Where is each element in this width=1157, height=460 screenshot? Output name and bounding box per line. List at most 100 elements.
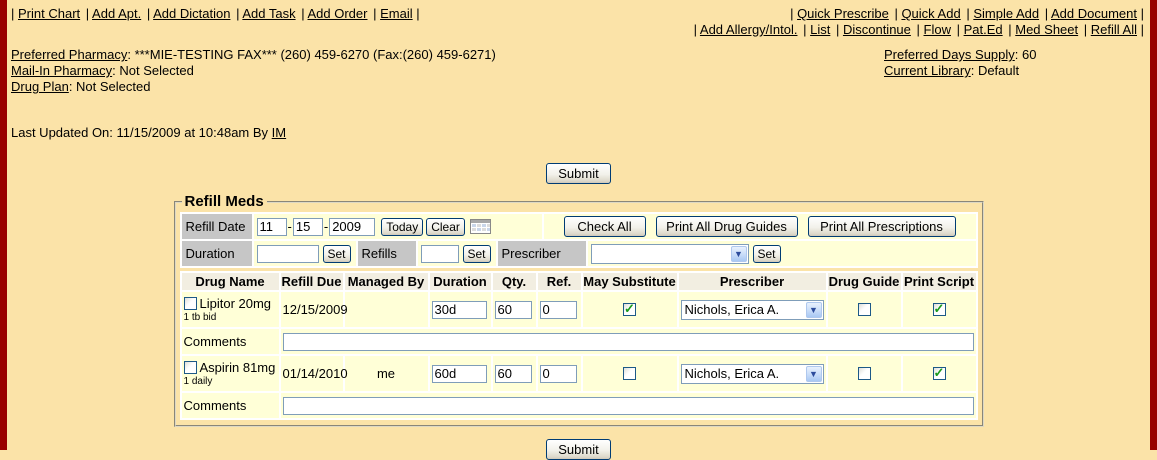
print-script-checkbox[interactable] <box>933 367 946 380</box>
col-header-qty: Qty. <box>493 273 536 290</box>
drug-sig: 1 tb bid <box>184 312 277 323</box>
preferred-days-supply-line: Preferred Days Supply60 <box>884 47 1036 63</box>
col-header-managed-by: Managed By <box>345 273 428 290</box>
comments-row: Comments <box>182 393 976 418</box>
bulk-refills-set-button[interactable]: Set <box>463 245 491 263</box>
col-header-drug-guide: Drug Guide <box>828 273 901 290</box>
link-add-task[interactable]: Add Task <box>242 6 295 21</box>
prescriber-select[interactable]: Nichols, Erica A. ▼ <box>681 300 824 320</box>
drug-name: Aspirin 81mg <box>200 360 276 375</box>
calendar-icon[interactable] <box>470 219 491 234</box>
chevron-down-icon: ▼ <box>806 302 822 318</box>
bulk-set-row: Duration Set Refills Set Prescriber ▼ Se <box>182 241 976 266</box>
link-print-chart[interactable]: Print Chart <box>18 6 80 21</box>
preferred-days-supply-value: 60 <box>1015 47 1037 62</box>
print-all-drug-guides-button[interactable]: Print All Drug Guides <box>656 216 798 237</box>
link-add-apt[interactable]: Add Apt. <box>92 6 141 21</box>
bulk-refills-cell: Set <box>418 241 496 266</box>
last-updated-user-link[interactable]: IM <box>272 125 286 140</box>
bulk-prescriber-set-button[interactable]: Set <box>753 245 781 263</box>
duration-input[interactable] <box>432 301 487 319</box>
refill-date-label: Refill Date <box>182 214 252 239</box>
managed-by-value: me <box>345 356 428 391</box>
refill-date-cell: Today Clear <box>254 214 542 239</box>
clear-button[interactable]: Clear <box>426 218 465 236</box>
may-substitute-checkbox[interactable] <box>623 367 636 380</box>
top-nav-right: Quick Prescribe Quick Add Simple Add Add… <box>694 6 1146 38</box>
med-select-checkbox[interactable] <box>184 361 197 374</box>
link-quick-prescribe[interactable]: Quick Prescribe <box>797 6 889 21</box>
comments-input[interactable] <box>283 397 974 415</box>
current-library-line: Current LibraryDefault <box>884 63 1036 79</box>
last-updated-text: Last Updated On: 11/15/2009 at 10:48am B… <box>11 125 272 140</box>
col-header-print-script: Print Script <box>903 273 976 290</box>
ref-input[interactable] <box>540 301 577 319</box>
refill-date-month-input[interactable] <box>257 218 287 236</box>
drug-plan-label[interactable]: Drug Plan <box>11 79 69 94</box>
preferred-pharmacy-label[interactable]: Preferred Pharmacy <box>11 47 127 62</box>
link-email[interactable]: Email <box>380 6 413 21</box>
refill-date-row: Refill Date Today Clear <box>182 214 976 239</box>
link-med-sheet[interactable]: Med Sheet <box>1015 22 1078 37</box>
link-quick-add[interactable]: Quick Add <box>901 6 960 21</box>
med-row-aspirin: Aspirin 81mg 1 daily 01/14/2010 me Nicho… <box>182 356 976 391</box>
drug-guide-checkbox[interactable] <box>858 367 871 380</box>
date-separator <box>288 219 292 234</box>
link-list[interactable]: List <box>810 22 830 37</box>
qty-input[interactable] <box>495 301 532 319</box>
link-flow[interactable]: Flow <box>924 22 951 37</box>
col-header-refill-due: Refill Due <box>281 273 343 290</box>
refill-date-day-input[interactable] <box>293 218 323 236</box>
link-add-document[interactable]: Add Document <box>1051 6 1137 21</box>
prescriber-select[interactable]: Nichols, Erica A. ▼ <box>681 364 824 384</box>
bulk-duration-set-button[interactable]: Set <box>323 245 351 263</box>
current-library-value: Default <box>971 63 1019 78</box>
preferred-days-supply-label[interactable]: Preferred Days Supply <box>884 47 1015 62</box>
print-all-prescriptions-button[interactable]: Print All Prescriptions <box>808 216 956 237</box>
refill-meds-legend: Refill Meds <box>182 193 267 210</box>
col-header-may-substitute: May Substitute <box>583 273 677 290</box>
link-refill-all[interactable]: Refill All <box>1091 22 1137 37</box>
bulk-prescriber-select[interactable]: ▼ <box>591 244 749 264</box>
link-add-allergy-intol[interactable]: Add Allergy/Intol. <box>700 22 798 37</box>
top-nav-left: Print Chart Add Apt. Add Dictation Add T… <box>11 6 422 38</box>
bulk-duration-cell: Set <box>254 241 356 266</box>
refill-meds-table: Drug Name Refill Due Managed By Duration… <box>180 271 978 420</box>
col-header-prescriber: Prescriber <box>679 273 826 290</box>
drug-guide-checkbox[interactable] <box>858 303 871 316</box>
comments-input[interactable] <box>283 333 974 351</box>
bulk-refills-label: Refills <box>358 241 416 266</box>
check-all-button[interactable]: Check All <box>564 216 646 237</box>
link-pat-ed[interactable]: Pat.Ed <box>964 22 1003 37</box>
qty-input[interactable] <box>495 365 532 383</box>
prescriber-selected-value: Nichols, Erica A. <box>682 302 780 317</box>
refill-controls: Refill Date Today Clear <box>180 212 978 268</box>
link-simple-add[interactable]: Simple Add <box>973 6 1039 21</box>
refill-meds-fieldset: Refill Meds Refill Date Today Clear <box>174 193 984 427</box>
current-library-label[interactable]: Current Library <box>884 63 971 78</box>
chevron-down-icon: ▼ <box>731 246 747 262</box>
top-nav-right-line1: Quick Prescribe Quick Add Simple Add Add… <box>694 6 1146 22</box>
ref-input[interactable] <box>540 365 577 383</box>
med-select-checkbox[interactable] <box>184 297 197 310</box>
bulk-prescriber-label: Prescriber <box>498 241 586 266</box>
may-substitute-checkbox[interactable] <box>623 303 636 316</box>
link-add-order[interactable]: Add Order <box>308 6 368 21</box>
top-nav: Print Chart Add Apt. Add Dictation Add T… <box>7 0 1150 38</box>
link-add-dictation[interactable]: Add Dictation <box>153 6 230 21</box>
refill-date-year-input[interactable] <box>329 218 375 236</box>
print-script-checkbox[interactable] <box>933 303 946 316</box>
med-row-lipitor: Lipitor 20mg 1 tb bid 12/15/2009 Nichols… <box>182 292 976 327</box>
mail-in-pharmacy-label[interactable]: Mail-In Pharmacy <box>11 63 112 78</box>
right-info-block: Preferred Days Supply60 Current LibraryD… <box>884 47 1036 79</box>
link-discontinue[interactable]: Discontinue <box>843 22 911 37</box>
mail-in-pharmacy-value: Not Selected <box>112 63 194 78</box>
prescriber-selected-value: Nichols, Erica A. <box>682 366 780 381</box>
bulk-refills-input[interactable] <box>421 245 459 263</box>
bulk-duration-input[interactable] <box>257 245 319 263</box>
today-button[interactable]: Today <box>381 218 423 236</box>
submit-button-top[interactable]: Submit <box>546 163 610 184</box>
col-header-ref: Ref. <box>538 273 581 290</box>
top-nav-right-line2: Add Allergy/Intol. List Discontinue Flow… <box>694 22 1146 38</box>
duration-input[interactable] <box>432 365 487 383</box>
